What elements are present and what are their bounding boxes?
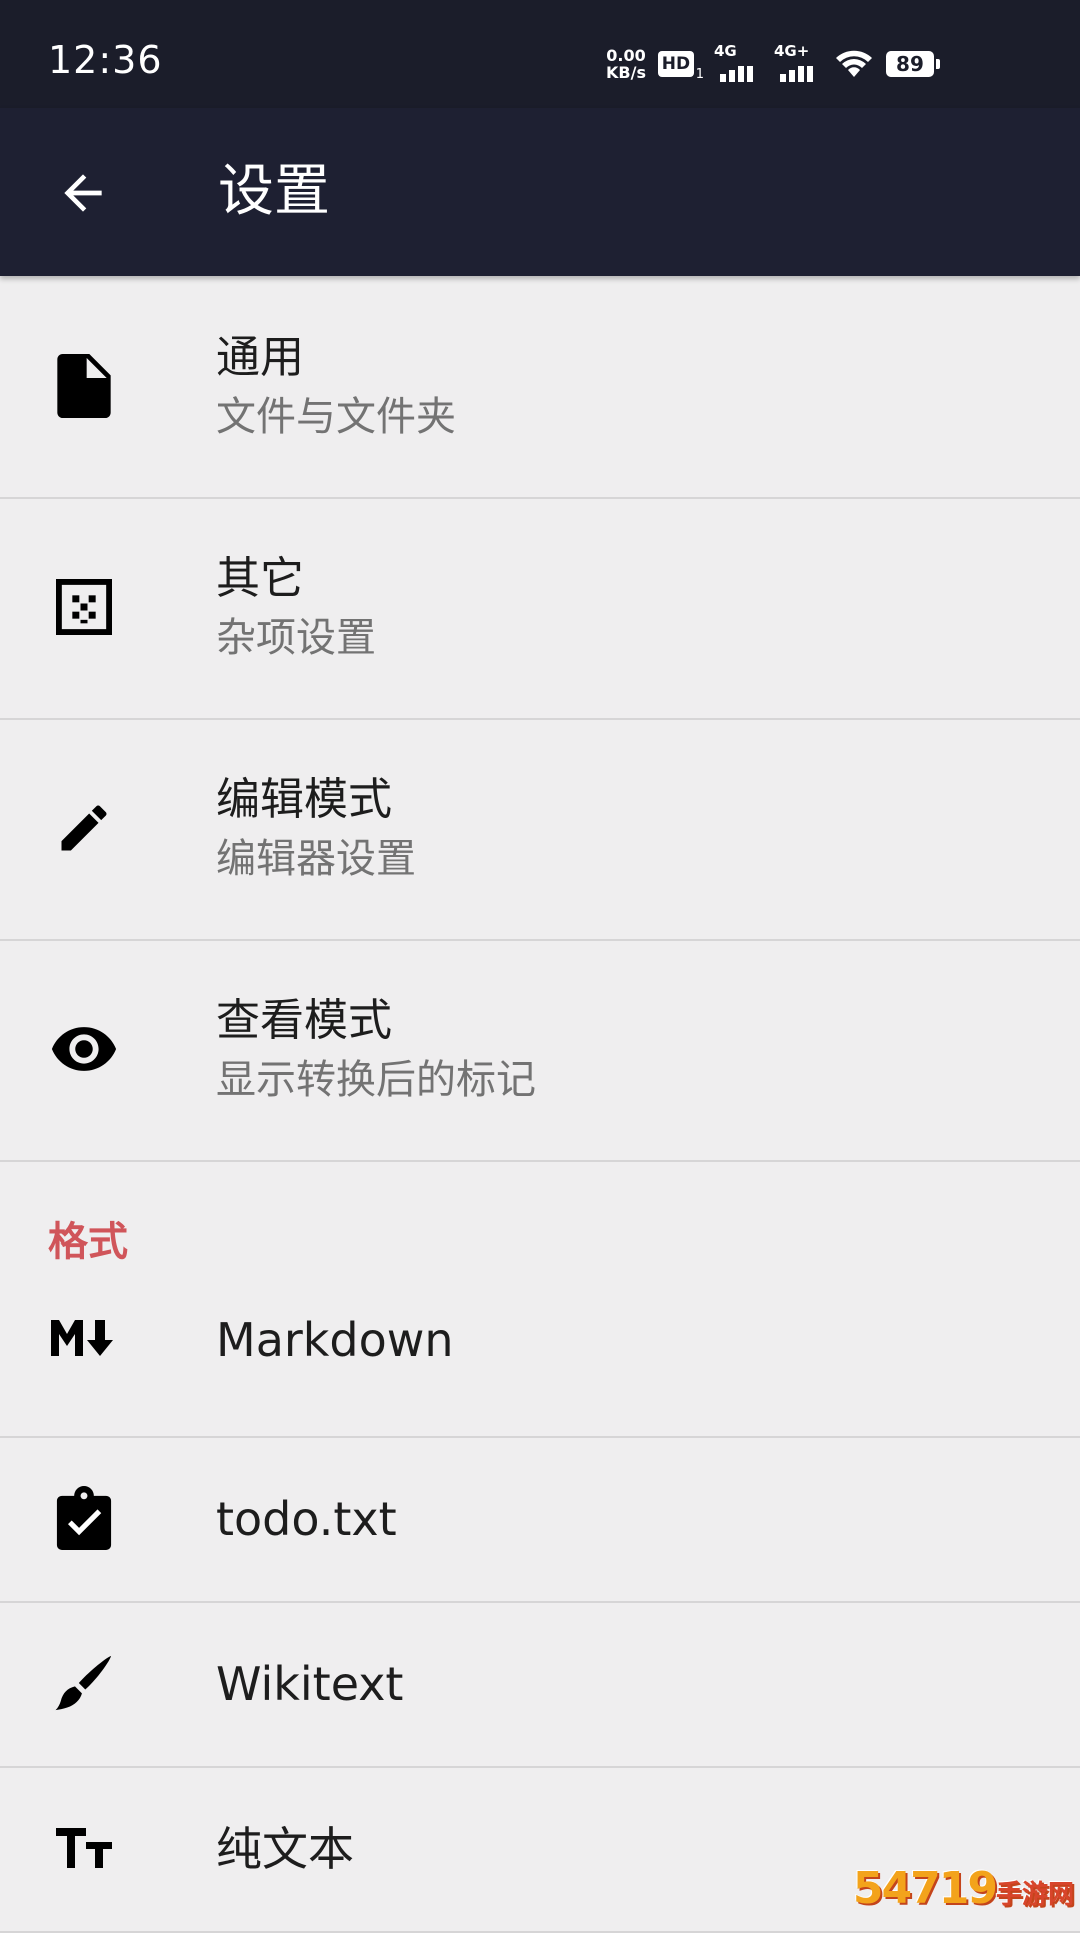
text-format-icon [40, 1804, 128, 1892]
settings-list: 通用 文件与文件夹 其它 杂项设置 编辑模式 编辑器设置 查看模式 显示转换后的… [0, 278, 1080, 1933]
battery-icon: 89 [885, 51, 940, 77]
signal-4g-icon: 4G [714, 44, 762, 84]
status-time: 12:36 [48, 38, 163, 82]
watermark-logo: 54719手游网 [853, 1863, 1074, 1914]
page-title: 设置 [218, 159, 330, 224]
watermark-main: 54719 [852, 1863, 998, 1914]
pref-title: 查看模式 [216, 995, 392, 1046]
signal-4g-plus-label: 4G+ [773, 42, 810, 60]
signal-4g-label: 4G [713, 42, 737, 60]
pref-markdown[interactable]: Markdown [0, 1250, 1080, 1438]
pref-summary: 显示转换后的标记 [216, 1057, 536, 1103]
pref-title: 其它 [216, 553, 304, 604]
pref-summary: 杂项设置 [216, 615, 376, 661]
eye-icon [40, 1005, 128, 1093]
pref-wikitext[interactable]: Wikitext [0, 1603, 1080, 1768]
clipboard-check-icon [40, 1474, 128, 1562]
status-icons: 0.00 KB/s HD 1 4G 4G+ 89 [606, 42, 940, 86]
markdown-icon [40, 1294, 128, 1382]
watermark-sub: 手游网 [995, 1880, 1074, 1910]
app-bar: 设置 [0, 108, 1080, 276]
pref-title: todo.txt [216, 1492, 397, 1546]
pencil-icon [40, 784, 128, 872]
arrow-back-icon [64, 174, 102, 212]
net-speed-value: 0.00 [606, 46, 646, 65]
pref-title: 纯文本 [216, 1822, 354, 1876]
battery-level: 89 [896, 52, 924, 76]
brush-icon [40, 1639, 128, 1727]
pref-summary: 文件与文件夹 [216, 394, 456, 440]
hd-label: HD [661, 54, 691, 74]
file-icon [40, 342, 128, 430]
net-speed-indicator: 0.00 KB/s [606, 47, 646, 81]
pref-title: 通用 [216, 332, 304, 383]
dots-grid-icon [40, 563, 128, 651]
pref-todo-txt[interactable]: todo.txt [0, 1438, 1080, 1603]
pref-title: Markdown [216, 1313, 454, 1367]
pref-title: Wikitext [216, 1657, 404, 1711]
pref-title: 编辑模式 [216, 774, 392, 825]
pref-other[interactable]: 其它 杂项设置 [0, 499, 1080, 720]
back-button[interactable] [40, 150, 126, 236]
hd-voice-icon: HD 1 [657, 51, 704, 81]
pref-summary: 编辑器设置 [216, 836, 416, 882]
signal-4g-plus-icon: 4G+ [774, 44, 822, 84]
hd-sub-label: 1 [695, 67, 704, 82]
pref-general[interactable]: 通用 文件与文件夹 [0, 278, 1080, 499]
net-speed-unit: KB/s [606, 63, 646, 82]
pref-view-mode[interactable]: 查看模式 显示转换后的标记 [0, 941, 1080, 1162]
category-format: 格式 [0, 1162, 1080, 1265]
status-bar: 12:36 0.00 KB/s HD 1 4G 4G+ 89 [0, 0, 1080, 108]
wifi-icon [835, 50, 872, 77]
pref-edit-mode[interactable]: 编辑模式 编辑器设置 [0, 720, 1080, 941]
